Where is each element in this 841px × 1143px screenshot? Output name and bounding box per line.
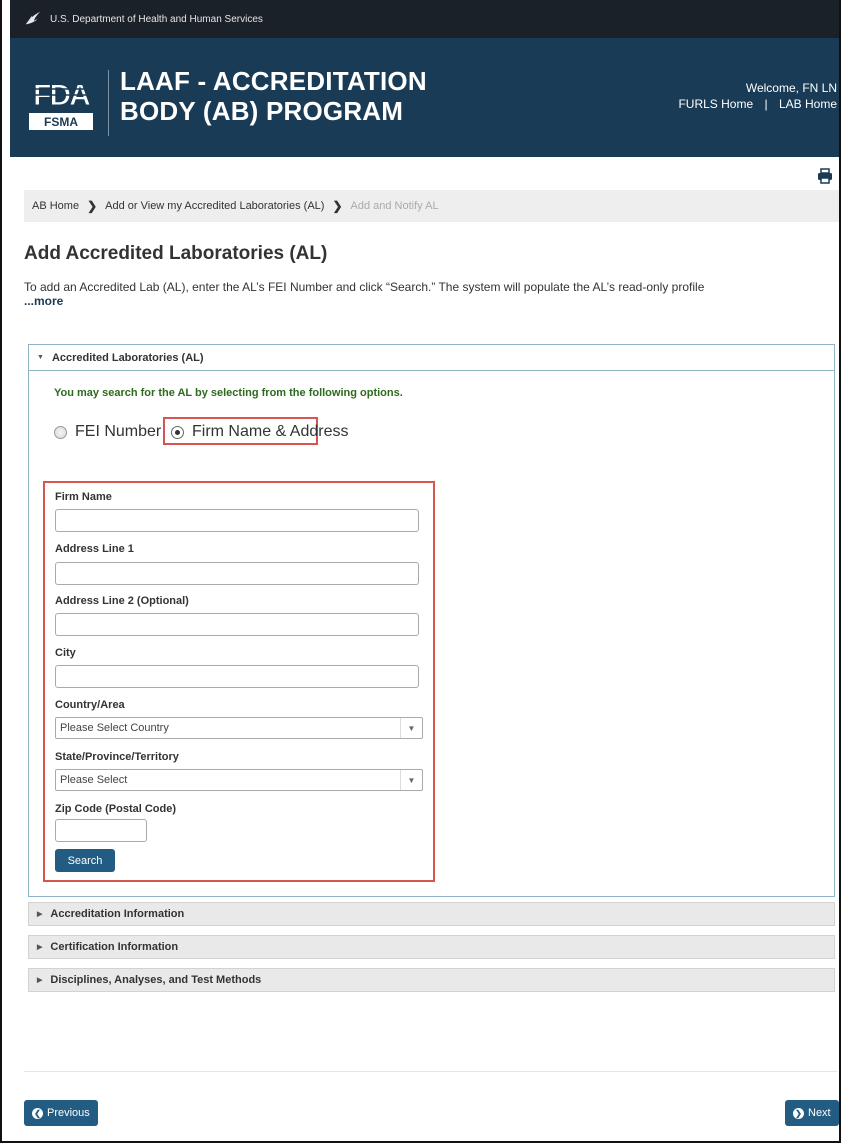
program-title-line1: LAAF - ACCREDITATION xyxy=(120,66,427,96)
fda-fsma-logo: FDA FSMA xyxy=(23,71,99,133)
firm-name-label: Firm Name xyxy=(55,491,112,503)
furls-home-link[interactable]: FURLS Home xyxy=(678,97,753,111)
previous-label: Previous xyxy=(47,1107,90,1119)
radio-firm-name-address[interactable]: Firm Name & Address xyxy=(171,423,348,441)
caret-right-icon: ▶ xyxy=(37,944,43,951)
search-options-note: You may search for the AL by selecting f… xyxy=(54,387,403,399)
country-select-value: Please Select Country xyxy=(60,722,169,734)
caret-down-icon: ▼ xyxy=(37,354,44,361)
section-certification-label: Certification Information xyxy=(50,941,179,953)
logo-bottom-text: FSMA xyxy=(44,115,78,129)
panel-title: Accredited Laboratories (AL) xyxy=(51,351,204,364)
chevron-right-icon: ❯ xyxy=(332,199,343,213)
breadcrumb: AB Home ❯ Add or View my Accredited Labo… xyxy=(24,190,839,222)
print-icon[interactable] xyxy=(817,168,833,184)
caret-down-icon[interactable]: ▼ xyxy=(400,718,422,738)
hhs-eagle-icon xyxy=(25,11,41,25)
city-input[interactable] xyxy=(55,665,419,688)
page-frame: U.S. Department of Health and Human Serv… xyxy=(0,0,841,1143)
section-disciplines[interactable]: ▶ Disciplines, Analyses, and Test Method… xyxy=(28,968,835,992)
radio-fei-input[interactable] xyxy=(54,425,67,439)
address2-input[interactable] xyxy=(55,613,419,636)
intro-text: To add an Accredited Lab (AL), enter the… xyxy=(24,280,824,308)
radio-fei-number[interactable]: FEI Number xyxy=(54,423,161,441)
address2-label: Address Line 2 (Optional) xyxy=(55,595,189,607)
caret-down-icon[interactable]: ▼ xyxy=(400,770,422,790)
chevron-left-icon: ❮ xyxy=(32,1107,43,1119)
state-select-value: Please Select xyxy=(60,774,128,786)
chevron-right-icon: ❯ xyxy=(87,199,98,213)
firm-name-input[interactable] xyxy=(55,509,419,532)
caret-right-icon: ▶ xyxy=(37,911,43,918)
radio-fei-label: FEI Number xyxy=(75,423,162,440)
intro-body: To add an Accredited Lab (AL), enter the… xyxy=(24,280,705,294)
chevron-right-icon: ❯ xyxy=(793,1107,804,1119)
state-label: State/Province/Territory xyxy=(55,751,179,763)
caret-right-icon: ▶ xyxy=(37,977,43,984)
section-accreditation-info[interactable]: ▶ Accreditation Information xyxy=(28,902,835,926)
section-accreditation-label: Accreditation Information xyxy=(50,908,185,920)
panel-header[interactable]: ▼ Accredited Laboratories (AL) xyxy=(29,345,834,371)
breadcrumb-current: Add and Notify AL xyxy=(350,200,439,212)
city-label: City xyxy=(55,647,76,659)
breadcrumb-add-view-al[interactable]: Add or View my Accredited Laboratories (… xyxy=(105,200,324,212)
next-button[interactable]: ❯ Next xyxy=(785,1100,839,1126)
welcome-text: Welcome, FN LN xyxy=(745,81,837,95)
header-banner: FDA FSMA LAAF - ACCREDITATION BODY (AB) … xyxy=(10,38,839,157)
section-certification-info[interactable]: ▶ Certification Information xyxy=(28,935,835,959)
banner-divider xyxy=(108,70,109,136)
address1-label: Address Line 1 xyxy=(55,543,134,555)
page-title: Add Accredited Laboratories (AL) xyxy=(24,243,328,264)
link-separator: | xyxy=(764,97,768,111)
more-link[interactable]: ...more xyxy=(24,294,63,308)
user-welcome: Welcome, FN LN FURLS Home | LAB Home xyxy=(678,80,837,112)
radio-firm-label: Firm Name & Address xyxy=(192,423,349,440)
accredited-labs-panel: ▼ Accredited Laboratories (AL) You may s… xyxy=(28,344,835,897)
breadcrumb-ab-home[interactable]: AB Home xyxy=(32,200,79,212)
header-links: FURLS Home | LAB Home xyxy=(678,96,837,112)
section-disciplines-label: Disciplines, Analyses, and Test Methods xyxy=(50,974,262,986)
radio-firm-input[interactable] xyxy=(171,425,184,439)
footer-divider xyxy=(24,1071,837,1072)
program-title-line2: BODY (AB) PROGRAM xyxy=(120,96,404,126)
address1-input[interactable] xyxy=(55,562,419,585)
zip-input[interactable] xyxy=(55,819,147,842)
country-label: Country/Area xyxy=(55,699,125,711)
lab-home-link[interactable]: LAB Home xyxy=(779,97,837,111)
firm-search-form: Firm Name Address Line 1 Address Line 2 … xyxy=(43,481,435,882)
previous-button[interactable]: ❮ Previous xyxy=(24,1100,98,1126)
next-label: Next xyxy=(808,1107,831,1119)
country-select[interactable]: Please Select Country ▼ xyxy=(55,717,423,739)
program-title: LAAF - ACCREDITATION BODY (AB) PROGRAM xyxy=(120,66,427,126)
zip-label: Zip Code (Postal Code) xyxy=(55,803,176,815)
state-select[interactable]: Please Select ▼ xyxy=(55,769,423,791)
hhs-label: U.S. Department of Health and Human Serv… xyxy=(50,13,263,25)
hhs-top-bar: U.S. Department of Health and Human Serv… xyxy=(10,0,839,38)
search-button[interactable]: Search xyxy=(55,849,115,872)
